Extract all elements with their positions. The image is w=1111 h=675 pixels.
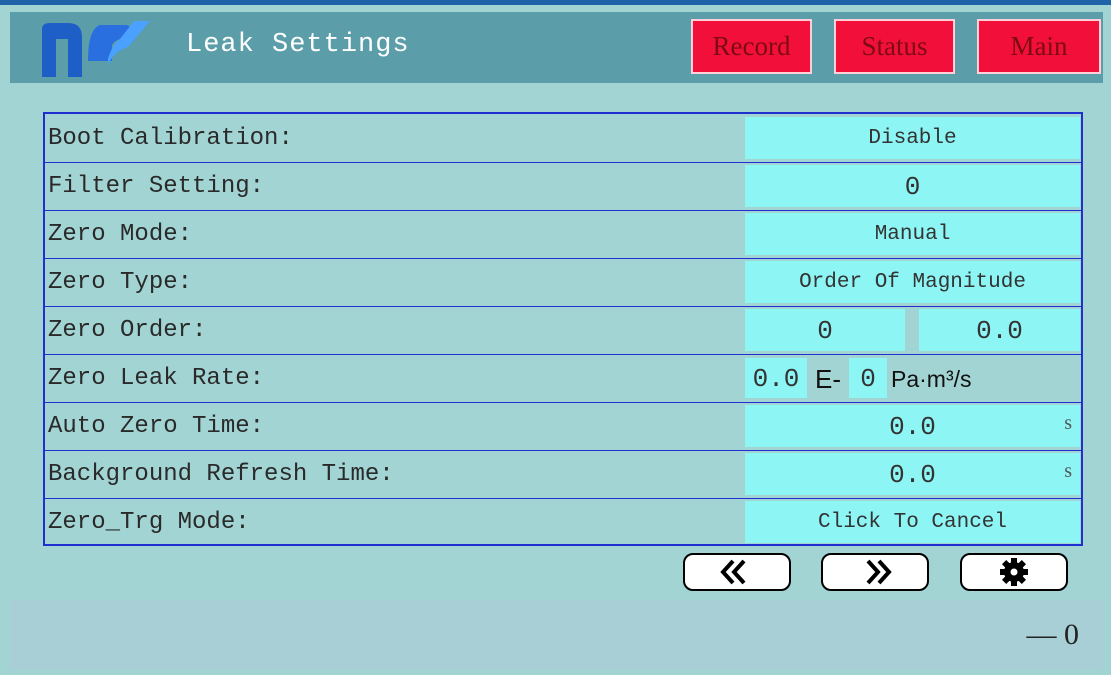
top-border: [0, 0, 1111, 5]
filter-setting-value[interactable]: 0: [745, 165, 1080, 207]
zero-mode-label: Zero Mode:: [48, 221, 193, 248]
zero-leak-rate-label: Zero Leak Rate:: [48, 365, 265, 392]
zero-leak-rate-exponent[interactable]: 0: [849, 358, 887, 398]
double-chevron-right-icon: [866, 559, 892, 585]
header-bar: Leak Settings Record Status Main: [10, 12, 1103, 83]
zero-order-value-b[interactable]: 0.0: [919, 309, 1080, 351]
settings-button[interactable]: [960, 553, 1068, 591]
row-auto-zero-time: Auto Zero Time: 0.0 s: [45, 402, 1081, 451]
background-refresh-time-label: Background Refresh Time:: [48, 461, 394, 488]
row-filter-setting: Filter Setting: 0: [45, 162, 1081, 211]
background-refresh-time-value[interactable]: 0.0 s: [745, 453, 1080, 495]
zero-trg-mode-button[interactable]: Click To Cancel: [745, 501, 1080, 543]
zero-type-value[interactable]: Order Of Magnitude: [745, 261, 1080, 303]
zero-trg-mode-label: Zero_Trg Mode:: [48, 509, 250, 536]
zero-leak-rate-unit: Pa·m³/s: [891, 366, 972, 392]
main-button[interactable]: Main: [977, 19, 1101, 74]
auto-zero-time-label: Auto Zero Time:: [48, 413, 265, 440]
zero-order-label: Zero Order:: [48, 317, 207, 344]
background-refresh-time-unit: s: [1064, 460, 1072, 482]
zero-mode-value[interactable]: Manual: [745, 213, 1080, 255]
zero-leak-rate-mantissa[interactable]: 0.0: [745, 358, 807, 398]
status-button[interactable]: Status: [834, 19, 955, 74]
status-bar: — 0: [10, 600, 1103, 670]
page-title: Leak Settings: [186, 30, 410, 60]
boot-calibration-label: Boot Calibration:: [48, 125, 293, 152]
next-page-button[interactable]: [821, 553, 929, 591]
settings-table: Boot Calibration: Disable Filter Setting…: [43, 112, 1083, 546]
zero-type-label: Zero Type:: [48, 269, 193, 296]
gear-icon: [1000, 558, 1028, 586]
row-zero-trg-mode: Zero_Trg Mode: Click To Cancel: [45, 498, 1081, 546]
double-chevron-left-icon: [720, 559, 746, 585]
auto-zero-time-value[interactable]: 0.0 s: [745, 405, 1080, 447]
background-refresh-time-number: 0.0: [889, 460, 936, 490]
record-button[interactable]: Record: [691, 19, 812, 74]
app-frame: Leak Settings Record Status Main Boot Ca…: [0, 0, 1111, 675]
row-zero-type: Zero Type: Order Of Magnitude: [45, 258, 1081, 307]
row-background-refresh-time: Background Refresh Time: 0.0 s: [45, 450, 1081, 499]
row-zero-mode: Zero Mode: Manual: [45, 210, 1081, 259]
row-zero-order: Zero Order: 0 0.0: [45, 306, 1081, 355]
prev-page-button[interactable]: [683, 553, 791, 591]
row-zero-leak-rate: Zero Leak Rate: 0.0 E- 0 Pa·m³/s: [45, 354, 1081, 403]
noy-logo: [42, 21, 150, 77]
zero-order-value-a[interactable]: 0: [745, 309, 905, 351]
zero-leak-rate-exp-separator: E-: [815, 364, 841, 394]
auto-zero-time-number: 0.0: [889, 412, 936, 442]
status-value: — 0: [1026, 618, 1080, 651]
row-boot-calibration: Boot Calibration: Disable: [45, 114, 1081, 163]
boot-calibration-value[interactable]: Disable: [745, 117, 1080, 159]
auto-zero-time-unit: s: [1064, 412, 1072, 434]
filter-setting-label: Filter Setting:: [48, 173, 265, 200]
